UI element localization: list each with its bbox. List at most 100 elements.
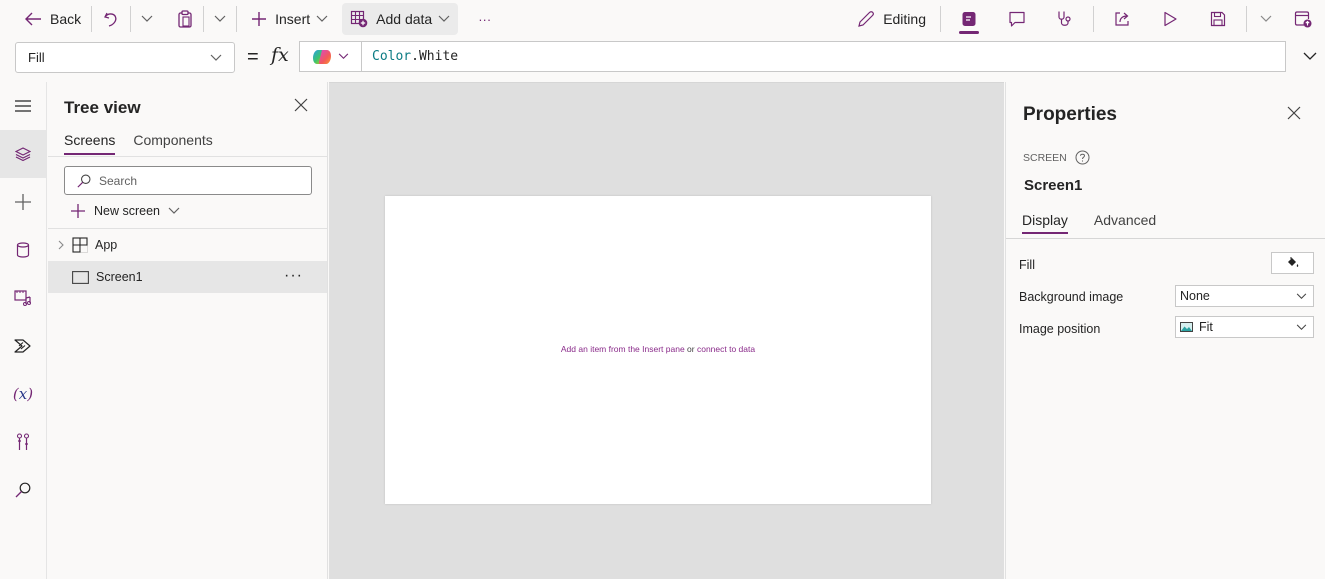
properties-tabs: Display Advanced bbox=[1022, 212, 1156, 234]
back-button[interactable]: Back bbox=[18, 3, 87, 35]
chevron-down-icon bbox=[1303, 52, 1317, 60]
app-icon bbox=[72, 237, 88, 253]
rail-advanced-tools[interactable] bbox=[0, 418, 46, 466]
divider bbox=[1006, 238, 1325, 239]
background-image-dropdown[interactable]: None bbox=[1175, 285, 1314, 307]
media-icon bbox=[14, 290, 31, 306]
layers-icon bbox=[15, 147, 31, 162]
tab-screens[interactable]: Screens bbox=[64, 132, 116, 155]
formula-text[interactable]: Color.White bbox=[362, 49, 458, 64]
screen-canvas[interactable]: Add an item from the Insert pane or conn… bbox=[385, 196, 931, 504]
save-button[interactable] bbox=[1194, 0, 1242, 38]
comments-button[interactable] bbox=[993, 0, 1041, 38]
undo-dropdown[interactable] bbox=[135, 3, 159, 35]
help-icon[interactable] bbox=[1075, 150, 1090, 165]
add-data-button[interactable]: Add data bbox=[342, 3, 459, 35]
tree-search-input[interactable]: Search bbox=[64, 166, 312, 195]
hint-or: or bbox=[684, 344, 697, 354]
new-screen-label: New screen bbox=[94, 204, 160, 218]
screen-icon bbox=[72, 270, 89, 284]
close-tree-view-button[interactable] bbox=[294, 98, 308, 117]
arrow-left-icon bbox=[25, 12, 41, 26]
tree-view-pane: Tree view Screens Components Search New … bbox=[48, 82, 328, 579]
app-checker-button[interactable] bbox=[1041, 0, 1089, 38]
copilot-icon bbox=[313, 49, 331, 64]
divider bbox=[1093, 6, 1094, 32]
chevron-down-icon bbox=[438, 15, 450, 22]
tools-icon bbox=[16, 433, 30, 450]
save-icon bbox=[1210, 11, 1226, 27]
more-commands-button[interactable]: ··· bbox=[472, 3, 497, 35]
rail-variables[interactable]: (x) bbox=[0, 370, 46, 418]
tab-components[interactable]: Components bbox=[133, 132, 212, 155]
save-dropdown[interactable] bbox=[1251, 3, 1281, 35]
insert-pane-link[interactable]: Add an item from the Insert pane bbox=[561, 344, 685, 354]
expand-chevron-icon[interactable] bbox=[50, 240, 72, 250]
background-image-label: Background image bbox=[1019, 290, 1124, 304]
divider bbox=[203, 6, 205, 32]
rail-data[interactable] bbox=[0, 226, 46, 274]
search-icon bbox=[77, 174, 91, 188]
fill-color-picker[interactable] bbox=[1271, 252, 1314, 274]
preview-button[interactable] bbox=[1146, 0, 1194, 38]
undo-button[interactable] bbox=[96, 3, 126, 35]
editing-mode-button[interactable]: Editing bbox=[851, 3, 932, 35]
insert-button[interactable]: Insert bbox=[245, 3, 334, 35]
close-icon bbox=[294, 98, 308, 112]
more-options-button[interactable]: ··· bbox=[284, 267, 303, 285]
table-add-icon bbox=[351, 10, 368, 28]
back-label: Back bbox=[50, 11, 82, 27]
tree-node-screen1[interactable]: Screen1 ··· bbox=[48, 261, 327, 293]
rail-search[interactable] bbox=[0, 466, 46, 514]
notes-icon bbox=[962, 12, 976, 26]
paint-bucket-icon bbox=[1287, 257, 1298, 267]
divider bbox=[91, 6, 93, 32]
hamburger-icon bbox=[15, 100, 31, 112]
rail-insert[interactable] bbox=[0, 178, 46, 226]
variables-icon: (x) bbox=[12, 385, 34, 403]
add-data-label: Add data bbox=[376, 11, 433, 27]
property-dropdown[interactable]: Fill bbox=[15, 42, 235, 73]
app-checker-notes-button[interactable] bbox=[945, 0, 993, 38]
rail-media[interactable] bbox=[0, 274, 46, 322]
stethoscope-icon bbox=[1058, 11, 1071, 26]
connect-to-data-link[interactable]: connect to data bbox=[697, 344, 755, 354]
formula-input[interactable]: Color.White bbox=[299, 41, 1286, 72]
tab-display[interactable]: Display bbox=[1022, 212, 1068, 234]
close-icon bbox=[1287, 106, 1301, 120]
search-placeholder: Search bbox=[99, 173, 138, 188]
formula-bar: Fill = fx Color.White bbox=[0, 38, 1325, 82]
close-properties-button[interactable] bbox=[1287, 106, 1301, 125]
paste-dropdown[interactable] bbox=[208, 3, 232, 35]
editing-label: Editing bbox=[883, 11, 926, 27]
properties-pane: Properties SCREEN Screen1 Display Advanc… bbox=[1005, 82, 1325, 579]
rail-power-automate[interactable] bbox=[0, 322, 46, 370]
chevron-down-icon bbox=[316, 15, 328, 22]
publish-icon bbox=[1294, 11, 1312, 28]
tab-advanced[interactable]: Advanced bbox=[1094, 212, 1156, 234]
publish-button[interactable] bbox=[1281, 0, 1325, 38]
background-image-value: None bbox=[1180, 289, 1210, 303]
expand-formula-button[interactable] bbox=[1303, 48, 1317, 66]
search-icon bbox=[15, 482, 31, 498]
copilot-button[interactable] bbox=[300, 42, 362, 71]
divider bbox=[48, 156, 327, 157]
play-icon bbox=[1164, 11, 1177, 27]
pencil-icon bbox=[858, 11, 875, 27]
tree-node-label: App bbox=[95, 238, 118, 252]
share-button[interactable] bbox=[1098, 0, 1146, 38]
chevron-down-icon bbox=[1296, 293, 1307, 299]
paste-button[interactable] bbox=[171, 3, 199, 35]
rail-tree-view[interactable] bbox=[0, 130, 46, 178]
tree-node-app[interactable]: App bbox=[48, 229, 327, 261]
image-position-label: Image position bbox=[1019, 322, 1101, 336]
insert-label: Insert bbox=[275, 11, 311, 27]
image-position-dropdown[interactable]: Fit bbox=[1175, 316, 1314, 338]
new-screen-button[interactable]: New screen bbox=[70, 203, 180, 219]
menu-button[interactable] bbox=[0, 82, 46, 130]
divider bbox=[1246, 6, 1247, 32]
chevron-down-icon bbox=[338, 53, 349, 60]
chevron-down-icon bbox=[1260, 15, 1272, 22]
property-value: Fill bbox=[28, 50, 45, 65]
equals-sign: = bbox=[247, 46, 259, 68]
